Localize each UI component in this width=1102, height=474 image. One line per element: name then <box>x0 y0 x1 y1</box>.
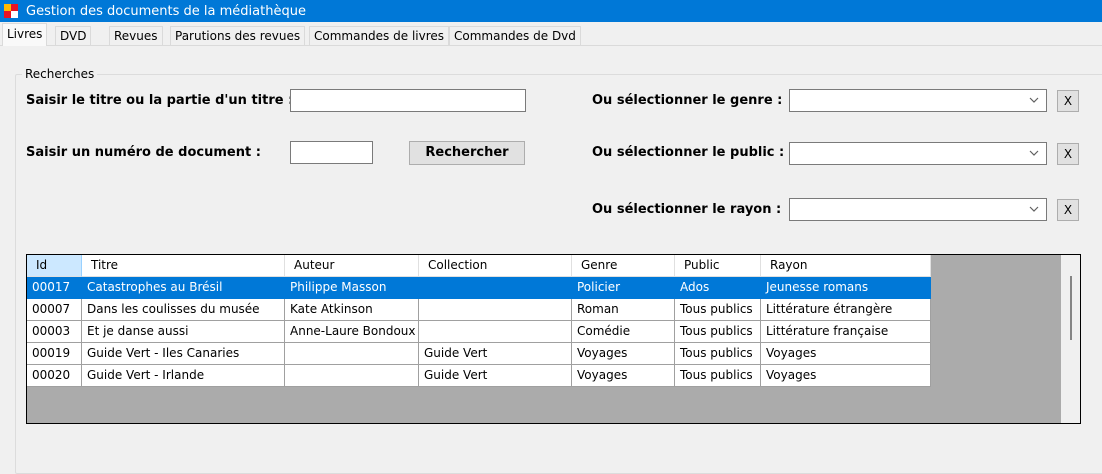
cell-auteur: Kate Atkinson <box>285 299 419 321</box>
cell-genre: Voyages <box>572 343 675 365</box>
documents-grid-body: Id Titre Auteur Collection Genre Public … <box>27 255 931 387</box>
cell-id: 00019 <box>27 343 82 365</box>
clear-public-button[interactable]: X <box>1057 143 1079 165</box>
column-header-rayon[interactable]: Rayon <box>761 255 931 277</box>
column-header-id[interactable]: Id <box>27 255 82 277</box>
number-search-input[interactable] <box>290 141 373 164</box>
clear-rayon-button[interactable]: X <box>1057 199 1079 221</box>
cell-rayon: Voyages <box>761 365 931 387</box>
cell-public: Tous publics <box>675 343 761 365</box>
table-row[interactable]: 00019 Guide Vert - Iles Canaries Guide V… <box>27 343 931 365</box>
public-select[interactable] <box>789 142 1047 165</box>
column-header-titre[interactable]: Titre <box>82 255 285 277</box>
chevron-down-icon <box>1029 206 1039 212</box>
number-search-label: Saisir un numéro de document : <box>26 145 261 160</box>
cell-collection <box>419 299 572 321</box>
grid-vertical-scrollbar[interactable] <box>1061 255 1080 423</box>
cell-titre: Catastrophes au Brésil <box>82 277 285 299</box>
tab-parutions-des-revues[interactable]: Parutions des revues <box>170 26 306 46</box>
app-icon <box>4 4 18 18</box>
cell-id: 00003 <box>27 321 82 343</box>
cell-public: Ados <box>675 277 761 299</box>
title-search-label: Saisir le titre ou la partie d'un titre … <box>26 93 294 108</box>
cell-id: 00020 <box>27 365 82 387</box>
table-row[interactable]: 00020 Guide Vert - Irlande Guide Vert Vo… <box>27 365 931 387</box>
window-title: Gestion des documents de la médiathèque <box>26 3 306 19</box>
rayon-label: Ou sélectionner le rayon : <box>592 202 782 217</box>
cell-public: Tous publics <box>675 365 761 387</box>
cell-collection: Guide Vert <box>419 365 572 387</box>
column-header-auteur[interactable]: Auteur <box>285 255 419 277</box>
cell-id: 00017 <box>27 277 82 299</box>
cell-genre: Voyages <box>572 365 675 387</box>
cell-auteur: Philippe Masson <box>285 277 419 299</box>
grid-header-row: Id Titre Auteur Collection Genre Public … <box>27 255 931 277</box>
number-search-field[interactable] <box>291 142 372 163</box>
cell-public: Tous publics <box>675 321 761 343</box>
cell-auteur <box>285 365 419 387</box>
tab-commandes-de-dvd[interactable]: Commandes de Dvd <box>449 26 581 46</box>
tab-commandes-de-livres[interactable]: Commandes de livres <box>309 26 450 46</box>
cell-titre: Et je danse aussi <box>82 321 285 343</box>
search-button[interactable]: Rechercher <box>409 141 525 165</box>
table-row[interactable]: 00003 Et je danse aussi Anne-Laure Bondo… <box>27 321 931 343</box>
genre-label: Ou sélectionner le genre : <box>592 93 783 108</box>
cell-rayon: Littérature étrangère <box>761 299 931 321</box>
cell-collection: Guide Vert <box>419 343 572 365</box>
cell-genre: Roman <box>572 299 675 321</box>
cell-collection <box>419 277 572 299</box>
search-group-label: Recherches <box>22 67 98 81</box>
column-header-genre[interactable]: Genre <box>572 255 675 277</box>
cell-rayon: Voyages <box>761 343 931 365</box>
cell-rayon: Littérature française <box>761 321 931 343</box>
table-row[interactable]: 00007 Dans les coulisses du musée Kate A… <box>27 299 931 321</box>
title-bar: Gestion des documents de la médiathèque <box>0 0 1102 22</box>
title-search-field[interactable] <box>291 90 525 111</box>
cell-rayon: Jeunesse romans <box>761 277 931 299</box>
chevron-down-icon <box>1029 150 1039 156</box>
cell-genre: Comédie <box>572 321 675 343</box>
table-row[interactable]: 00017 Catastrophes au Brésil Philippe Ma… <box>27 277 931 299</box>
cell-titre: Guide Vert - Irlande <box>82 365 285 387</box>
cell-titre: Guide Vert - Iles Canaries <box>82 343 285 365</box>
scrollbar-thumb[interactable] <box>1070 276 1072 340</box>
column-header-collection[interactable]: Collection <box>419 255 572 277</box>
cell-collection <box>419 321 572 343</box>
tab-livres[interactable]: Livres <box>2 23 48 46</box>
clear-genre-button[interactable]: X <box>1057 90 1079 112</box>
tab-divider <box>0 45 1102 46</box>
cell-auteur: Anne-Laure Bondoux <box>285 321 419 343</box>
public-label: Ou sélectionner le public : <box>592 145 785 160</box>
cell-id: 00007 <box>27 299 82 321</box>
genre-select[interactable] <box>789 89 1047 112</box>
tab-revues[interactable]: Revues <box>109 26 163 46</box>
cell-auteur <box>285 343 419 365</box>
cell-titre: Dans les coulisses du musée <box>82 299 285 321</box>
tab-bar: Livres DVD Revues Parutions des revues C… <box>0 23 1102 46</box>
cell-genre: Policier <box>572 277 675 299</box>
title-search-input[interactable] <box>290 89 526 112</box>
tab-dvd[interactable]: DVD <box>55 26 92 46</box>
documents-grid[interactable]: Id Titre Auteur Collection Genre Public … <box>26 254 1081 424</box>
column-header-public[interactable]: Public <box>675 255 761 277</box>
chevron-down-icon <box>1029 97 1039 103</box>
cell-public: Tous publics <box>675 299 761 321</box>
rayon-select[interactable] <box>789 198 1047 221</box>
